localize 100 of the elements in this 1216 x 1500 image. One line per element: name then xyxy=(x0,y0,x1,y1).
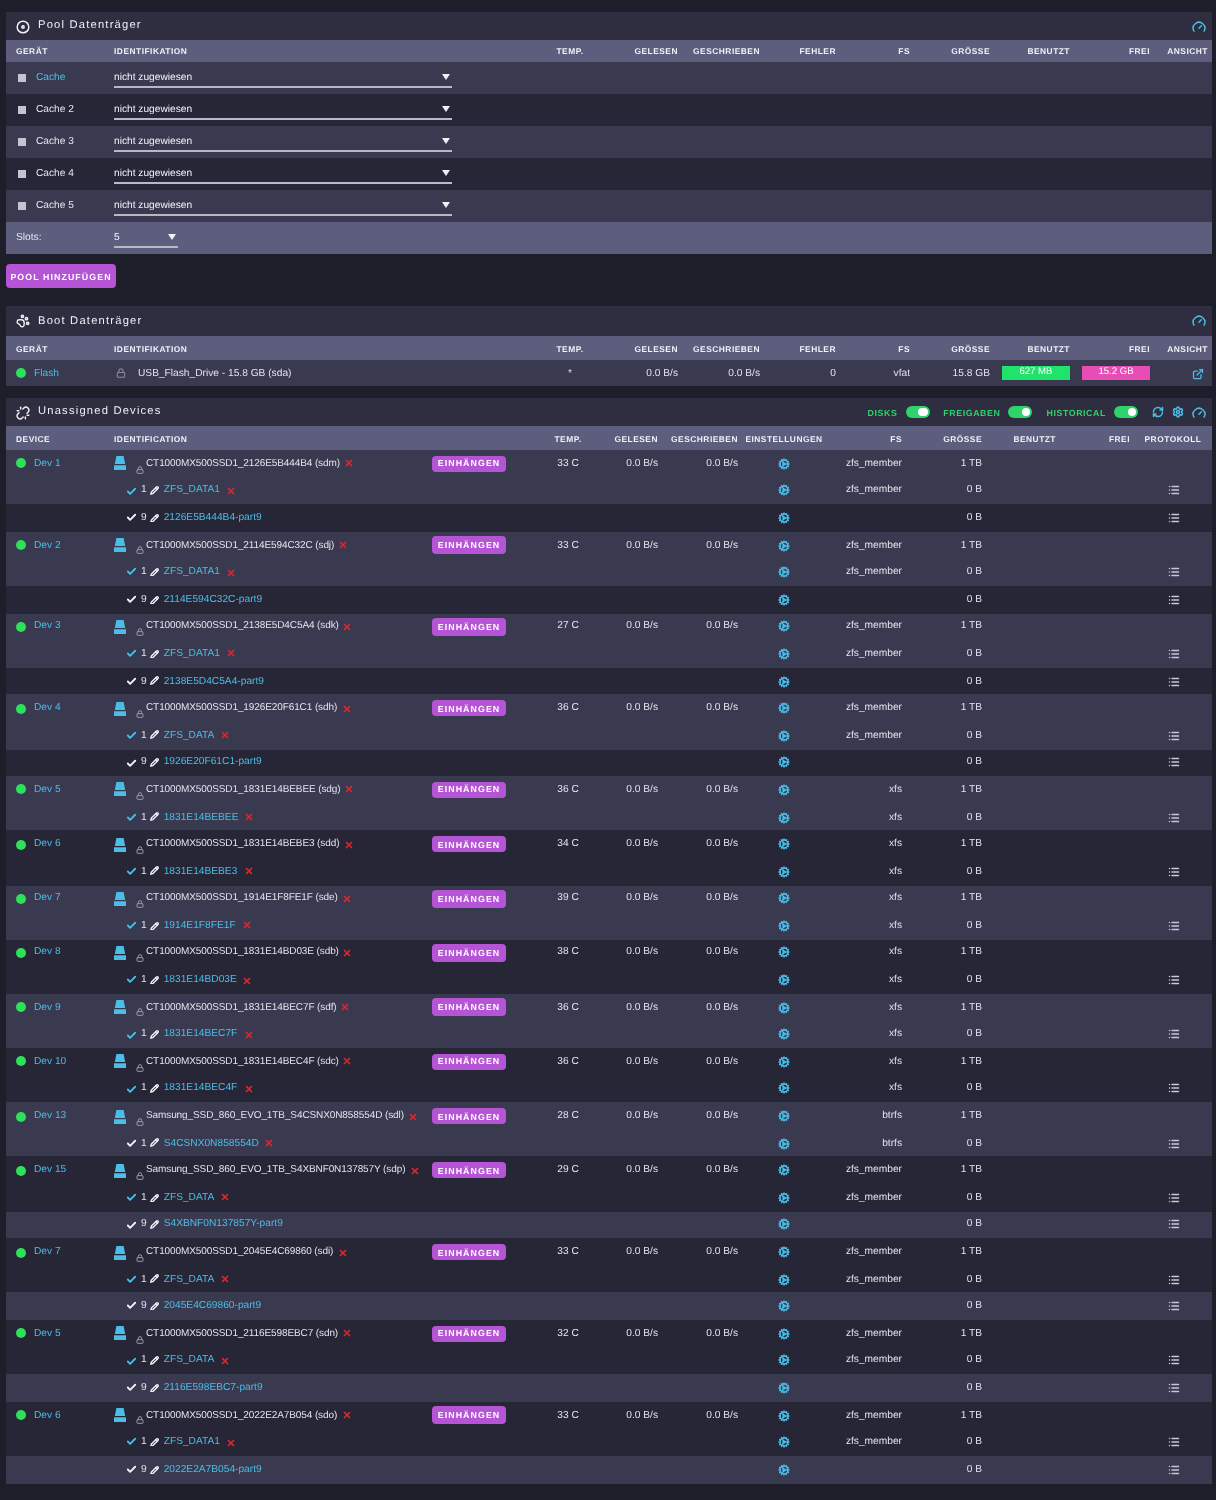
list-icon[interactable] xyxy=(1167,1463,1179,1476)
settings-icon[interactable] xyxy=(778,457,790,470)
remove-icon[interactable] xyxy=(342,1328,353,1339)
toggle-switch[interactable] xyxy=(1008,406,1033,418)
remove-icon[interactable] xyxy=(341,1410,352,1421)
settings-icon[interactable] xyxy=(778,1028,790,1041)
list-icon[interactable] xyxy=(1167,1137,1179,1150)
refresh-icon[interactable] xyxy=(1152,406,1164,418)
settings-icon[interactable] xyxy=(778,1381,790,1394)
pencil-icon[interactable] xyxy=(150,1220,160,1230)
pencil-icon[interactable] xyxy=(150,486,160,496)
pencil-icon[interactable] xyxy=(150,758,160,768)
settings-icon[interactable] xyxy=(778,511,790,524)
pencil-icon[interactable] xyxy=(150,1030,160,1040)
remove-icon[interactable] xyxy=(409,1165,420,1176)
pencil-icon[interactable] xyxy=(150,649,160,659)
list-icon[interactable] xyxy=(1167,1354,1179,1367)
settings-icon[interactable] xyxy=(778,1110,790,1123)
remove-icon[interactable] xyxy=(342,1056,353,1067)
check-icon[interactable] xyxy=(126,865,137,877)
settings-icon[interactable] xyxy=(778,1137,790,1150)
remove-icon[interactable] xyxy=(220,1274,231,1285)
list-icon[interactable] xyxy=(1167,1028,1179,1041)
remove-icon[interactable] xyxy=(242,975,253,986)
check-icon[interactable] xyxy=(126,1192,137,1204)
list-icon[interactable] xyxy=(1167,729,1179,742)
settings-icon[interactable] xyxy=(778,974,790,987)
remove-icon[interactable] xyxy=(337,1247,348,1258)
check-icon[interactable] xyxy=(126,920,137,932)
list-icon[interactable] xyxy=(1167,974,1179,987)
settings-icon[interactable] xyxy=(778,620,790,633)
settings-icon[interactable] xyxy=(778,566,790,579)
settings-icon[interactable] xyxy=(778,946,790,959)
gauge-icon[interactable] xyxy=(1192,19,1206,33)
pencil-icon[interactable] xyxy=(150,866,160,876)
pencil-icon[interactable] xyxy=(150,1383,160,1393)
pencil-icon[interactable] xyxy=(150,513,160,523)
check-icon[interactable] xyxy=(126,1355,137,1367)
settings-icon[interactable] xyxy=(778,1436,790,1449)
settings-icon[interactable] xyxy=(778,702,790,715)
list-icon[interactable] xyxy=(1167,1436,1179,1449)
pencil-icon[interactable] xyxy=(150,1274,160,1284)
check-icon[interactable] xyxy=(126,729,137,741)
settings-icon[interactable] xyxy=(778,783,790,796)
pencil-icon[interactable] xyxy=(150,676,160,686)
settings-icon[interactable] xyxy=(778,756,790,769)
remove-icon[interactable] xyxy=(220,1355,231,1366)
settings-icon[interactable] xyxy=(1172,406,1184,418)
settings-icon[interactable] xyxy=(778,1001,790,1014)
remove-icon[interactable] xyxy=(225,1437,236,1448)
settings-icon[interactable] xyxy=(778,1246,790,1259)
pencil-icon[interactable] xyxy=(150,1084,160,1094)
list-icon[interactable] xyxy=(1167,1273,1179,1286)
pencil-icon[interactable] xyxy=(150,975,160,985)
pencil-icon[interactable] xyxy=(150,1138,160,1148)
list-icon[interactable] xyxy=(1167,811,1179,824)
settings-icon[interactable] xyxy=(778,1055,790,1068)
list-icon[interactable] xyxy=(1167,511,1179,524)
list-icon[interactable] xyxy=(1167,1218,1179,1231)
pencil-icon[interactable] xyxy=(150,812,160,822)
remove-icon[interactable] xyxy=(342,947,353,958)
check-icon[interactable] xyxy=(126,485,137,497)
list-icon[interactable] xyxy=(1167,865,1179,878)
list-icon[interactable] xyxy=(1167,484,1179,497)
settings-icon[interactable] xyxy=(778,838,790,851)
list-icon[interactable] xyxy=(1167,647,1179,660)
external-link-icon[interactable] xyxy=(1192,367,1204,379)
check-icon[interactable] xyxy=(126,566,137,578)
pencil-icon[interactable] xyxy=(150,595,160,605)
check-icon[interactable] xyxy=(126,1436,137,1448)
settings-icon[interactable] xyxy=(778,1327,790,1340)
check-icon[interactable] xyxy=(126,1029,137,1041)
toggle-switch[interactable] xyxy=(905,406,930,418)
settings-icon[interactable] xyxy=(778,1273,790,1286)
check-icon[interactable] xyxy=(126,974,137,986)
remove-icon[interactable] xyxy=(220,1192,231,1203)
check-icon[interactable] xyxy=(126,1273,137,1285)
settings-icon[interactable] xyxy=(778,919,790,932)
list-icon[interactable] xyxy=(1167,675,1179,688)
list-icon[interactable] xyxy=(1167,1191,1179,1204)
list-icon[interactable] xyxy=(1167,566,1179,579)
settings-icon[interactable] xyxy=(778,892,790,905)
pencil-icon[interactable] xyxy=(150,921,160,931)
remove-icon[interactable] xyxy=(343,839,354,850)
settings-icon[interactable] xyxy=(778,647,790,660)
pencil-icon[interactable] xyxy=(150,1301,160,1311)
settings-icon[interactable] xyxy=(778,539,790,552)
pencil-icon[interactable] xyxy=(150,1193,160,1203)
settings-icon[interactable] xyxy=(778,1409,790,1422)
settings-icon[interactable] xyxy=(778,811,790,824)
settings-icon[interactable] xyxy=(778,1164,790,1177)
list-icon[interactable] xyxy=(1167,1082,1179,1095)
settings-icon[interactable] xyxy=(778,1218,790,1231)
list-icon[interactable] xyxy=(1167,1381,1179,1394)
check-icon[interactable] xyxy=(126,648,137,660)
remove-icon[interactable] xyxy=(243,866,254,877)
gauge-icon[interactable] xyxy=(1192,405,1206,419)
settings-icon[interactable] xyxy=(778,1354,790,1367)
settings-icon[interactable] xyxy=(778,729,790,742)
list-icon[interactable] xyxy=(1167,756,1179,769)
